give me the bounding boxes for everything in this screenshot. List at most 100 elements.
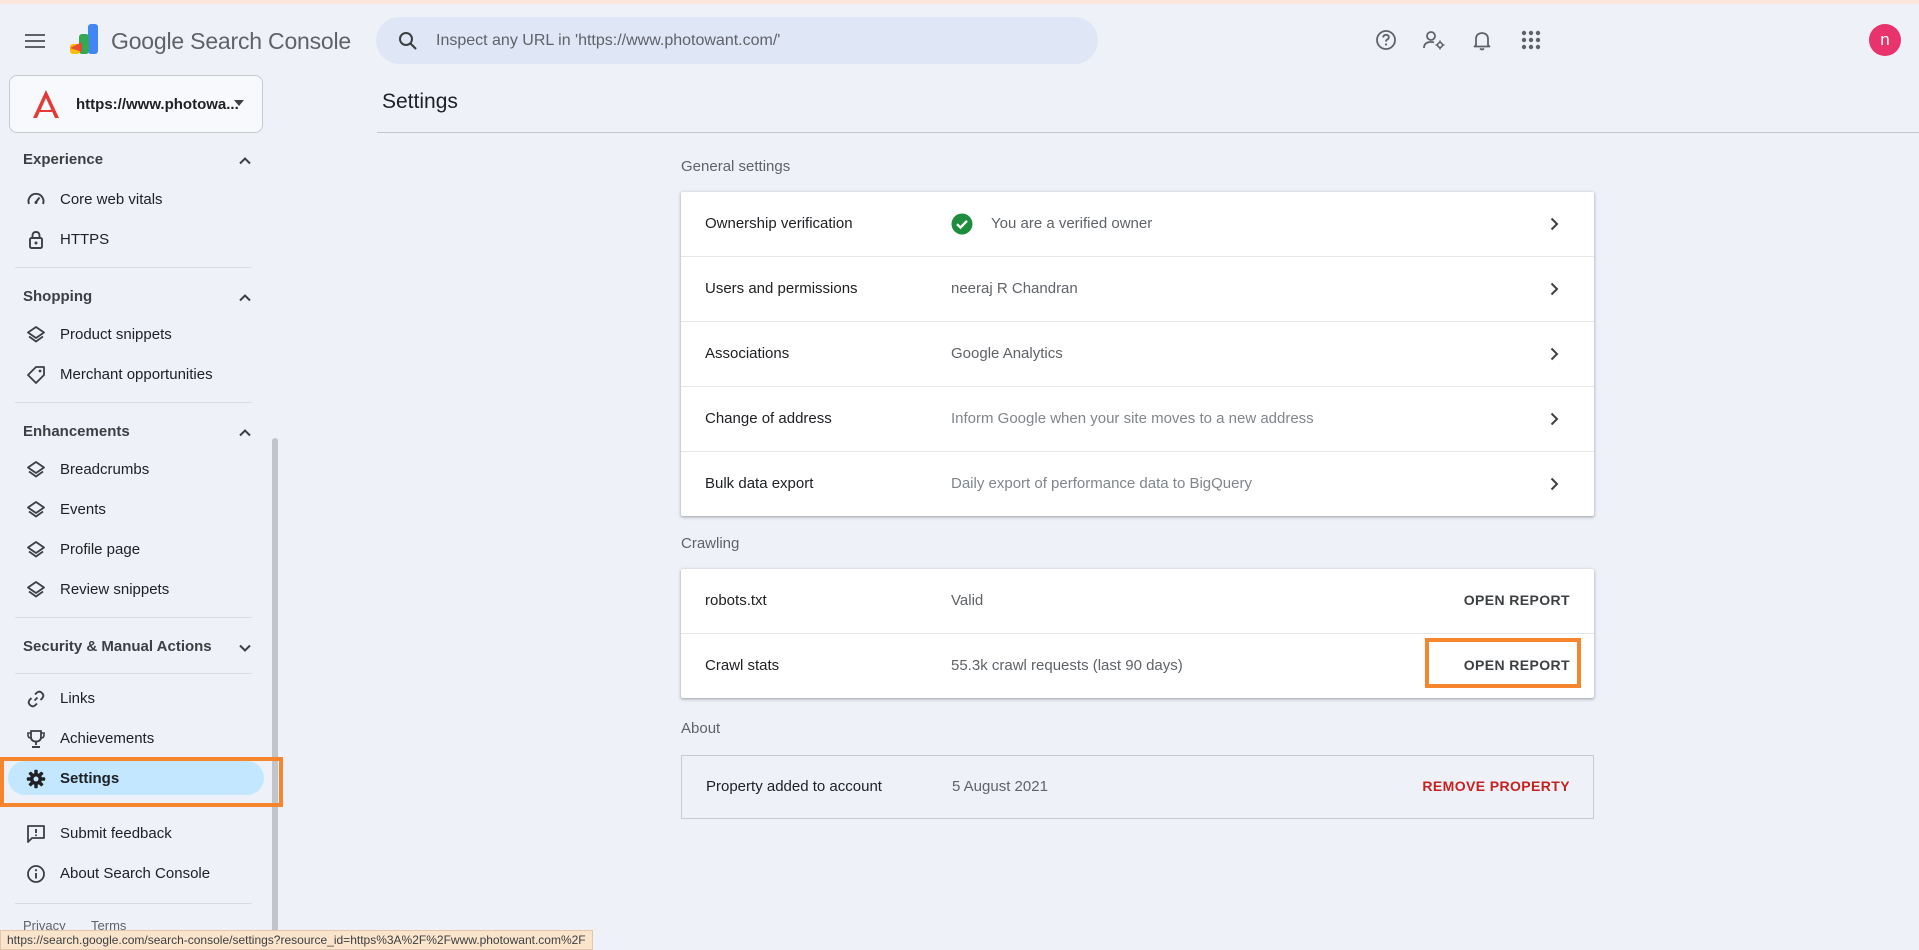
row-label: Change of address xyxy=(705,410,832,427)
section-heading-shopping[interactable]: Shopping xyxy=(23,288,92,305)
sidebar-nav: Experience Core web vitals HTTPS Shoppin… xyxy=(0,140,270,940)
row-value: neeraj R Chandran xyxy=(951,280,1078,297)
notifications-button[interactable] xyxy=(1466,24,1498,56)
sidebar-item-merchant-opportunities[interactable]: Merchant opportunities xyxy=(8,357,264,391)
verified-check-icon xyxy=(951,213,973,235)
row-value: Inform Google when your site moves to a … xyxy=(951,410,1314,427)
row-value: You are a verified owner xyxy=(991,215,1153,232)
general-settings-heading: General settings xyxy=(681,158,791,175)
chevron-right-icon xyxy=(1550,347,1559,361)
ownership-verification-row[interactable]: Ownership verification You are a verifie… xyxy=(681,192,1594,257)
open-report-button[interactable]: OPEN REPORT xyxy=(1464,592,1570,608)
row-label: Associations xyxy=(705,345,790,362)
about-heading: About xyxy=(681,720,721,737)
sidebar-item-label: Product snippets xyxy=(60,326,172,343)
sidebar-item-core-web-vitals[interactable]: Core web vitals xyxy=(8,182,264,216)
hamburger-icon xyxy=(25,34,45,48)
section-heading-experience[interactable]: Experience xyxy=(23,151,103,168)
crawling-heading: Crawling xyxy=(681,535,740,552)
sidebar-item-submit-feedback[interactable]: Submit feedback xyxy=(8,816,264,850)
layers-icon xyxy=(26,540,46,560)
main-menu-button[interactable] xyxy=(20,26,50,56)
sidebar-item-review-snippets[interactable]: Review snippets xyxy=(8,572,264,606)
sidebar-item-profile-page[interactable]: Profile page xyxy=(8,532,264,566)
google-apps-button[interactable] xyxy=(1515,24,1547,56)
url-inspection-input[interactable] xyxy=(434,30,1078,51)
chevron-right-icon xyxy=(1550,217,1559,231)
product-name-suffix: Search Console xyxy=(190,28,352,54)
help-button[interactable] xyxy=(1370,24,1402,56)
sidebar-item-breadcrumbs[interactable]: Breadcrumbs xyxy=(8,452,264,486)
notifications-icon xyxy=(1473,32,1491,51)
sidebar-item-links[interactable]: Links xyxy=(8,681,264,715)
sidebar-item-label: Review snippets xyxy=(60,581,170,598)
sidebar-scrollbar[interactable] xyxy=(272,438,278,938)
sidebar-item-product-snippets[interactable]: Product snippets xyxy=(8,317,264,351)
chevron-up-icon[interactable] xyxy=(236,289,254,307)
product-name[interactable]: Google Search Console xyxy=(111,28,351,55)
sidebar-item-label: Breadcrumbs xyxy=(60,461,150,478)
sidebar-item-label: Core web vitals xyxy=(60,191,163,208)
layers-icon xyxy=(26,460,46,480)
property-selector[interactable]: https://www.photowa... xyxy=(9,75,263,133)
dropdown-caret-icon xyxy=(234,100,244,106)
search-icon xyxy=(396,29,420,53)
status-bar-url: https://search.google.com/search-console… xyxy=(0,930,593,950)
product-name-google: Google xyxy=(111,28,184,54)
apps-grid-icon xyxy=(1521,30,1541,50)
account-avatar[interactable]: n xyxy=(1869,24,1901,56)
chevron-down-icon[interactable] xyxy=(236,639,254,657)
title-divider xyxy=(377,132,1919,133)
row-label: Ownership verification xyxy=(705,215,853,232)
row-label: Property added to account xyxy=(706,778,882,795)
row-label: Bulk data export xyxy=(705,475,814,492)
row-value: Google Analytics xyxy=(951,345,1063,362)
row-value: 55.3k crawl requests (last 90 days) xyxy=(951,657,1183,674)
url-inspection-search[interactable] xyxy=(376,17,1098,64)
sidebar-divider xyxy=(15,903,252,904)
associations-row[interactable]: Associations Google Analytics xyxy=(681,322,1594,387)
layers-icon xyxy=(26,500,46,520)
chevron-up-icon[interactable] xyxy=(236,424,254,442)
sidebar-item-achievements[interactable]: Achievements xyxy=(8,721,264,755)
info-icon xyxy=(26,864,46,884)
sidebar-divider xyxy=(15,402,252,403)
link-icon xyxy=(26,689,46,709)
feedback-icon xyxy=(26,824,46,844)
manage-users-button[interactable] xyxy=(1418,24,1450,56)
search-console-logo-icon[interactable] xyxy=(68,22,102,56)
bulk-data-export-row[interactable]: Bulk data export Daily export of perform… xyxy=(681,452,1594,516)
robots-txt-row: robots.txt Valid OPEN REPORT xyxy=(681,569,1594,634)
sidebar-divider xyxy=(15,267,252,268)
sidebar-item-label: Profile page xyxy=(60,541,141,558)
about-card: Property added to account 5 August 2021 … xyxy=(681,755,1594,819)
annotation-highlight-settings xyxy=(0,757,283,807)
layers-icon xyxy=(26,325,46,345)
sidebar-item-label: HTTPS xyxy=(60,231,110,248)
sidebar-item-label: Links xyxy=(60,690,96,707)
sidebar-divider xyxy=(15,673,252,674)
chevron-right-icon xyxy=(1550,282,1559,296)
sidebar-item-https[interactable]: HTTPS xyxy=(8,222,264,256)
row-value: Valid xyxy=(951,592,984,609)
row-value: Daily export of performance data to BigQ… xyxy=(951,475,1252,492)
sidebar-item-about[interactable]: About Search Console xyxy=(8,856,264,890)
annotation-highlight-open-report xyxy=(1425,638,1581,688)
users-permissions-row[interactable]: Users and permissions neeraj R Chandran xyxy=(681,257,1594,322)
property-favicon-icon xyxy=(33,90,59,118)
section-heading-enhancements[interactable]: Enhancements xyxy=(23,423,130,440)
sidebar-item-label: About Search Console xyxy=(60,865,211,882)
chevron-up-icon[interactable] xyxy=(236,152,254,170)
change-of-address-row[interactable]: Change of address Inform Google when you… xyxy=(681,387,1594,452)
row-value: 5 August 2021 xyxy=(952,778,1048,795)
row-label: robots.txt xyxy=(705,592,767,609)
sidebar-divider xyxy=(15,617,252,618)
remove-property-button[interactable]: REMOVE PROPERTY xyxy=(1422,778,1570,794)
sidebar-item-label: Merchant opportunities xyxy=(60,366,213,383)
property-name: https://www.photowa... xyxy=(76,95,239,113)
section-heading-security[interactable]: Security & Manual Actions xyxy=(23,638,212,655)
chevron-right-icon xyxy=(1550,477,1559,491)
help-icon xyxy=(1376,30,1396,50)
sidebar-item-events[interactable]: Events xyxy=(8,492,264,526)
row-label: Crawl stats xyxy=(705,657,780,674)
